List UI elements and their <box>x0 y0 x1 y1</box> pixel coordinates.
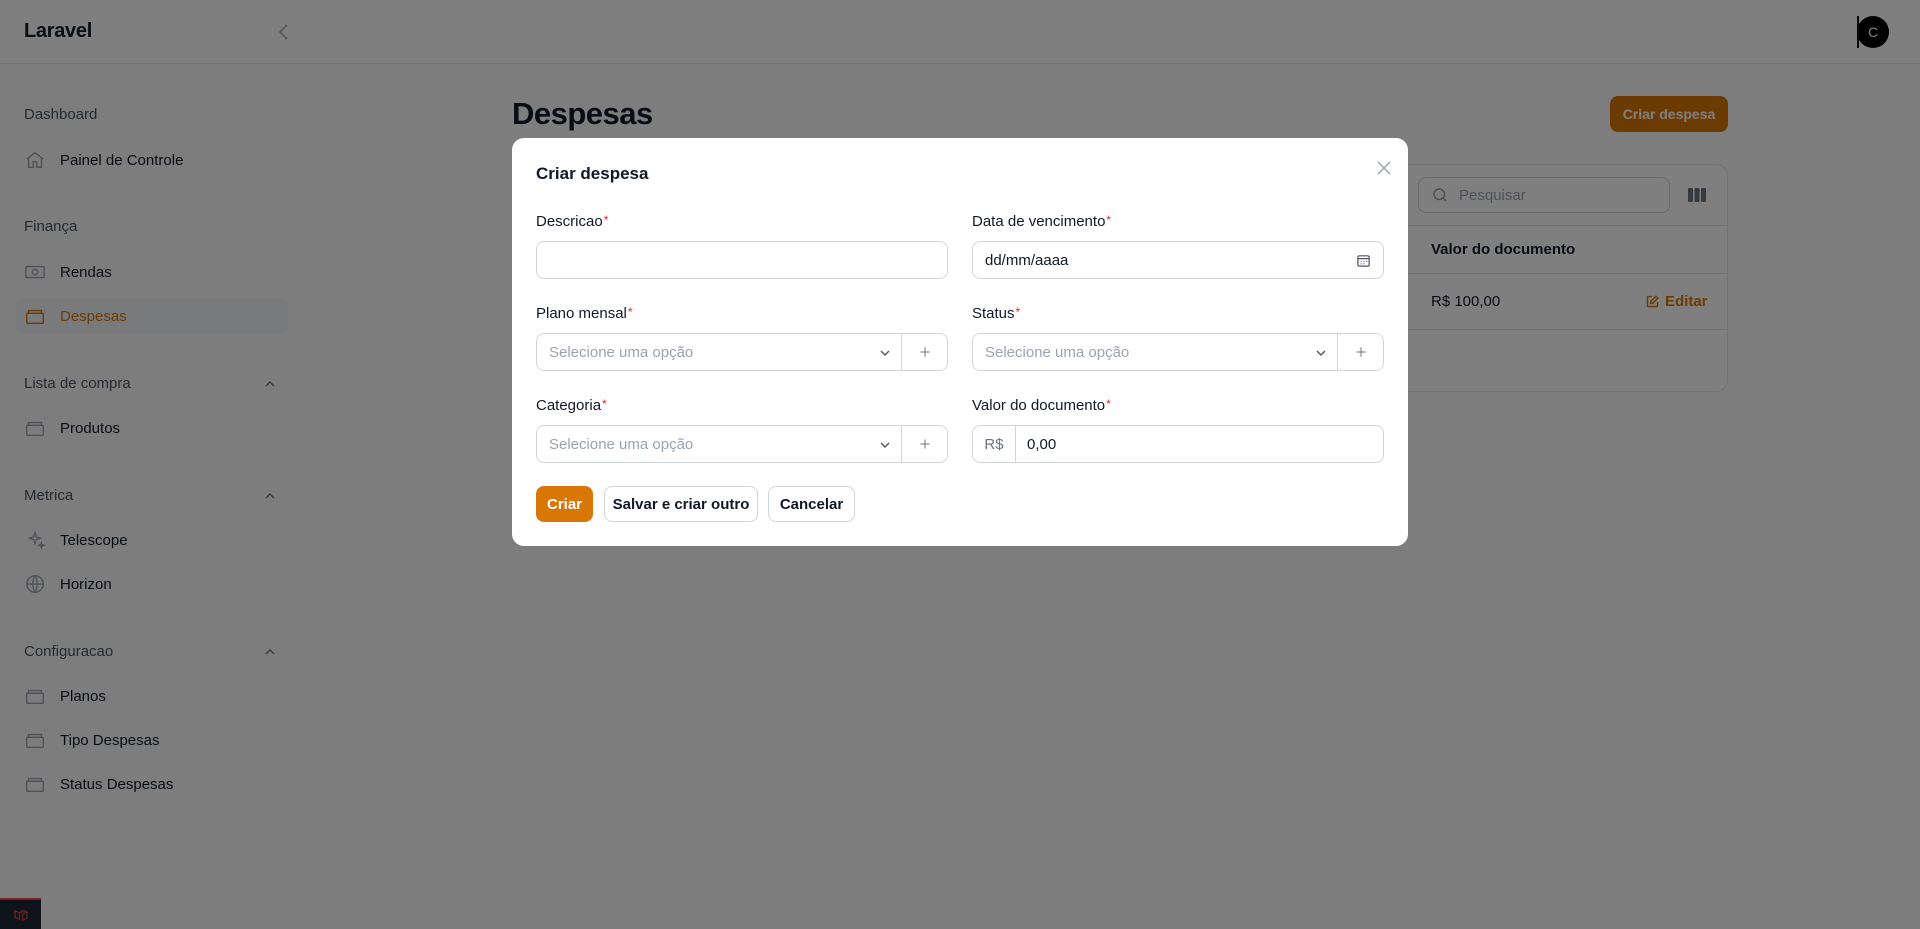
add-status-button[interactable] <box>1337 334 1383 370</box>
create-expense-modal: Criar despesa Descricao* Data de vencime… <box>512 138 1408 546</box>
chevron-down-icon <box>877 437 893 453</box>
categoria-select[interactable]: Selecione uma opção <box>536 425 948 463</box>
currency-prefix: R$ <box>973 426 1016 462</box>
data-vencimento-input[interactable]: dd/mm/aaaa <box>972 241 1384 279</box>
modal-title: Criar despesa <box>536 164 649 183</box>
plano-mensal-select[interactable]: Selecione uma opção <box>536 333 948 371</box>
status-label: Status* <box>972 305 1021 322</box>
add-plano-button[interactable] <box>901 334 947 370</box>
status-select[interactable]: Selecione uma opção <box>972 333 1384 371</box>
close-icon[interactable] <box>1372 156 1396 180</box>
descricao-label: Descricao* <box>536 213 609 230</box>
cancel-button[interactable]: Cancelar <box>768 486 855 522</box>
plus-icon <box>1355 347 1366 357</box>
descricao-input[interactable] <box>536 241 948 279</box>
criar-button[interactable]: Criar <box>536 486 593 522</box>
calendar-icon[interactable] <box>1356 253 1371 268</box>
valor-value: 0,00 <box>1027 436 1057 453</box>
add-categoria-button[interactable] <box>901 426 947 462</box>
select-placeholder: Selecione uma opção <box>549 436 694 453</box>
chevron-down-icon <box>1313 345 1329 361</box>
plus-icon <box>919 347 930 357</box>
valor-documento-label: Valor do documento* <box>972 397 1111 414</box>
save-and-create-another-button[interactable]: Salvar e criar outro <box>604 486 758 522</box>
chevron-down-icon <box>877 345 893 361</box>
valor-documento-input[interactable]: R$ 0,00 <box>972 425 1384 463</box>
select-placeholder: Selecione uma opção <box>985 344 1130 361</box>
plus-icon <box>919 439 930 449</box>
select-placeholder: Selecione uma opção <box>549 344 694 361</box>
date-placeholder: dd/mm/aaaa <box>985 252 1069 269</box>
plano-mensal-label: Plano mensal* <box>536 305 633 322</box>
data-vencimento-label: Data de vencimento* <box>972 213 1112 230</box>
categoria-label: Categoria* <box>536 397 607 414</box>
